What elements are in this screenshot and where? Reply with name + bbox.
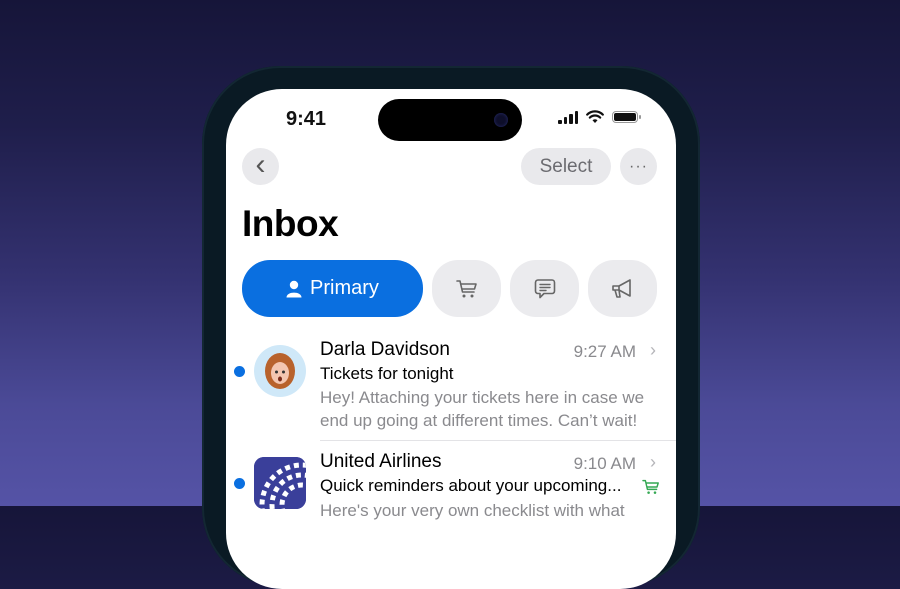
message-preview: Hey! Attaching your tickets here in case…: [320, 388, 645, 430]
chat-icon: [534, 278, 555, 298]
page-title: Inbox: [242, 203, 339, 244]
select-button[interactable]: Select: [521, 148, 611, 185]
unread-indicator: [234, 366, 245, 377]
message-sender: Darla Davidson: [320, 339, 450, 360]
category-updates-tab[interactable]: [510, 260, 579, 317]
person-icon: [286, 280, 302, 297]
message-preview: Here's your very own checklist with what: [320, 501, 625, 520]
back-button[interactable]: ‹: [242, 148, 279, 185]
avatar: [254, 457, 306, 509]
category-primary-tab[interactable]: Primary: [242, 260, 423, 317]
battery-icon: [612, 111, 641, 123]
camera-icon: [494, 113, 508, 127]
status-icons: [558, 110, 641, 124]
united-globe-logo-icon: [254, 457, 306, 509]
memoji-avatar-icon: [265, 353, 295, 389]
dynamic-island: [378, 99, 522, 141]
megaphone-icon: [611, 278, 631, 298]
message-time: 9:10 AM: [573, 454, 636, 473]
message-time: 9:27 AM: [573, 342, 636, 361]
signal-icon: [558, 110, 578, 124]
avatar: [254, 345, 306, 397]
chevron-left-icon: ‹: [255, 147, 266, 181]
cart-icon: [455, 279, 477, 297]
category-primary-label: Primary: [310, 277, 379, 299]
more-button[interactable]: ···: [620, 148, 657, 185]
status-time: 9:41: [286, 108, 327, 130]
divider: [320, 440, 676, 441]
message-subject: Quick reminders about your upcoming...: [320, 476, 622, 495]
ellipsis-icon: ···: [629, 157, 648, 175]
chevron-right-icon: ›: [650, 340, 656, 360]
category-promotions-tab[interactable]: [588, 260, 657, 317]
wifi-icon: [586, 110, 604, 123]
unread-indicator: [234, 478, 245, 489]
cart-icon: [642, 479, 659, 494]
phone-screen: 9:41 ‹ Select ··· Inbox Primary Darla Da…: [226, 89, 676, 589]
message-sender: United Airlines: [320, 451, 442, 472]
category-transactions-tab[interactable]: [432, 260, 501, 317]
message-subject: Tickets for tonight: [320, 364, 454, 383]
chevron-right-icon: ›: [650, 452, 656, 472]
